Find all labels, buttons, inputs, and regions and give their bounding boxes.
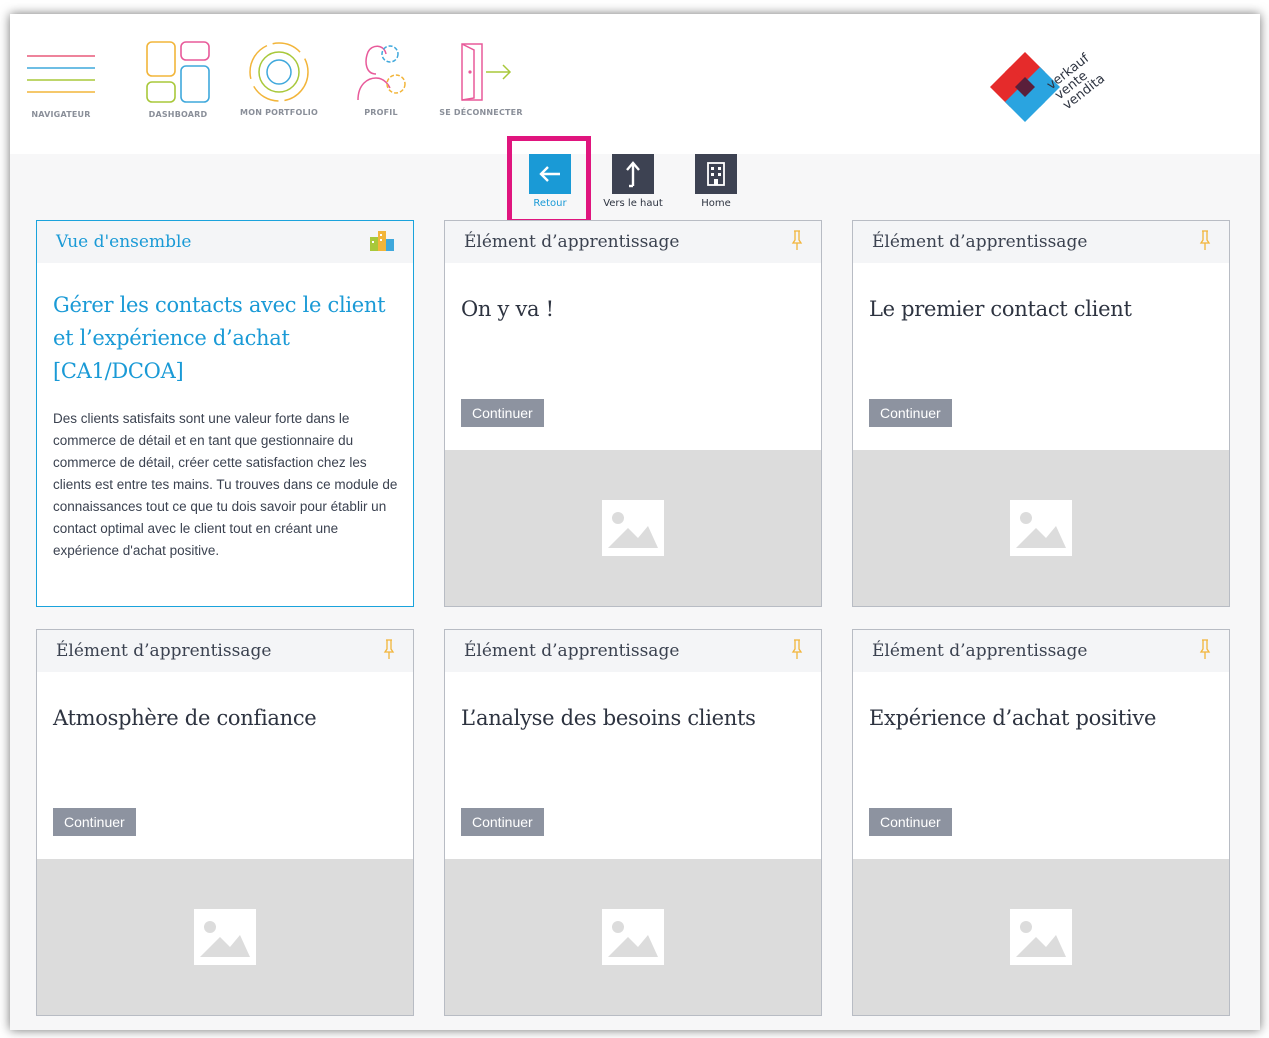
arrow-left-icon (529, 154, 571, 194)
logout-door-icon (436, 42, 526, 101)
nav-label: SE DÉCONNECTER (439, 108, 523, 117)
pin-icon[interactable] (791, 638, 803, 665)
overview-card: Vue d'ensemble Gérer les contacts avec l… (36, 220, 414, 607)
learning-card: Élément d’apprentissage Expérience d’ach… (852, 629, 1230, 1016)
nav-label: PROFIL (364, 108, 398, 117)
continue-button[interactable]: Continuer (53, 808, 136, 836)
card-title: Expérience d’achat positive (869, 706, 1157, 730)
card-header-label: Élément d’apprentissage (56, 641, 272, 661)
arrow-up-icon (612, 154, 654, 194)
card-header: Élément d’apprentissage (445, 630, 821, 672)
continue-button[interactable]: Continuer (869, 399, 952, 427)
continue-button[interactable]: Continuer (461, 808, 544, 836)
image-placeholder-icon (602, 500, 664, 556)
learning-card: Élément d’apprentissage Atmosphère de co… (36, 629, 414, 1016)
overview-title: Gérer les contacts avec le client et l’e… (53, 293, 386, 383)
card-title: On y va ! (461, 297, 554, 321)
nav-logout[interactable]: SE DÉCONNECTER (436, 42, 526, 117)
home-button[interactable]: Home (691, 154, 741, 209)
card-title: L’analyse des besoins clients (461, 706, 756, 730)
card-title: Le premier contact client (869, 297, 1132, 321)
home-label: Home (701, 198, 731, 209)
app-window: NAVIGATEUR DASHBOARD MON PORTFOLIO PROFI… (10, 14, 1260, 1030)
card-header: Vue d'ensemble (37, 221, 413, 263)
continue-button[interactable]: Continuer (869, 808, 952, 836)
image-placeholder-icon (1010, 909, 1072, 965)
building-icon (695, 154, 737, 194)
nav-label: DASHBOARD (148, 110, 208, 119)
card-header-label: Élément d’apprentissage (464, 232, 680, 252)
image-placeholder (853, 450, 1229, 606)
top-header: NAVIGATEUR DASHBOARD MON PORTFOLIO PROFI… (10, 14, 1260, 154)
nav-dashboard[interactable]: DASHBOARD (143, 41, 213, 119)
card-title: Atmosphère de confiance (53, 706, 317, 730)
company-logo: verkauf vente vendita (985, 46, 1125, 130)
learning-card: Élément d’apprentissage Le premier conta… (852, 220, 1230, 607)
scroll-top-button[interactable]: Vers le haut (596, 154, 670, 209)
overview-description: Des clients satisfaits sont une valeur f… (53, 411, 398, 558)
card-header: Élément d’apprentissage (37, 630, 413, 672)
pin-icon[interactable] (1199, 638, 1211, 665)
card-header: Élément d’apprentissage (445, 221, 821, 263)
card-header-label: Élément d’apprentissage (872, 232, 1088, 252)
pin-icon[interactable] (1199, 229, 1211, 256)
city-buildings-icon (369, 229, 395, 256)
image-placeholder (445, 859, 821, 1015)
back-button[interactable]: Retour (523, 154, 577, 209)
image-placeholder (853, 859, 1229, 1015)
image-placeholder-icon (194, 909, 256, 965)
image-placeholder (37, 859, 413, 1015)
dashboard-grid-icon (143, 41, 213, 103)
scroll-top-label: Vers le haut (603, 198, 663, 209)
hamburger-icon (26, 42, 96, 96)
nav-label: NAVIGATEUR (31, 110, 91, 119)
nav-portfolio[interactable]: MON PORTFOLIO (236, 42, 322, 117)
image-placeholder-icon (602, 909, 664, 965)
pin-icon[interactable] (791, 229, 803, 256)
card-header: Élément d’apprentissage (853, 630, 1229, 672)
profile-gears-icon (346, 42, 416, 101)
card-header-label: Vue d'ensemble (56, 232, 192, 252)
nav-profil[interactable]: PROFIL (346, 42, 416, 117)
portfolio-circle-icon (236, 42, 322, 102)
nav-navigateur[interactable]: NAVIGATEUR (26, 42, 96, 119)
pin-icon[interactable] (383, 638, 395, 665)
image-placeholder-icon (1010, 500, 1072, 556)
back-label: Retour (533, 198, 567, 209)
nav-label: MON PORTFOLIO (240, 108, 318, 117)
learning-card: Élément d’apprentissage On y va ! Contin… (444, 220, 822, 607)
card-header-label: Élément d’apprentissage (464, 641, 680, 661)
continue-button[interactable]: Continuer (461, 399, 544, 427)
image-placeholder (445, 450, 821, 606)
card-header: Élément d’apprentissage (853, 221, 1229, 263)
card-header-label: Élément d’apprentissage (872, 641, 1088, 661)
learning-card: Élément d’apprentissage L’analyse des be… (444, 629, 822, 1016)
